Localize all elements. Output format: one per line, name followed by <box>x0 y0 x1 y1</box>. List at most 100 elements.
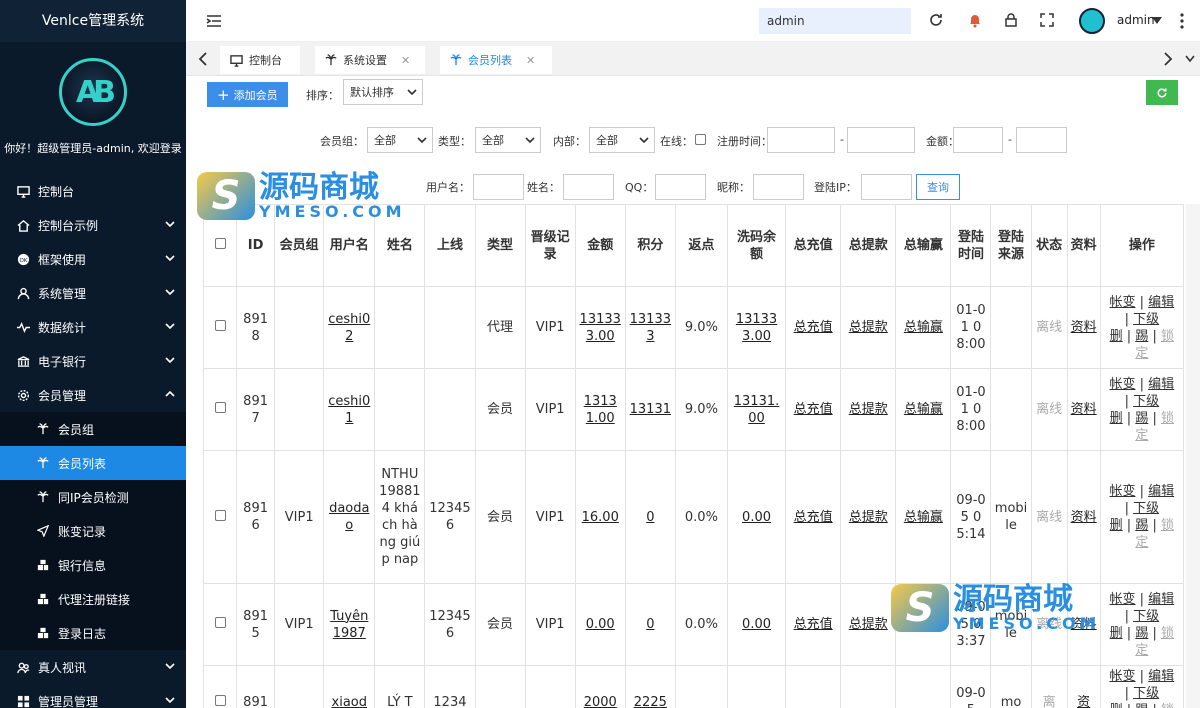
chevron-right-icon[interactable] <box>1163 52 1173 66</box>
name-input[interactable] <box>563 174 614 200</box>
subordinate-link[interactable]: 下级 <box>1133 609 1159 624</box>
cell-info[interactable]: 资 <box>1066 665 1101 708</box>
query-button[interactable]: 查询 <box>916 174 960 200</box>
row-select-cell[interactable] <box>203 450 238 584</box>
kick-link[interactable]: 踢 <box>1135 411 1148 426</box>
cell-wash[interactable]: 13131.00 <box>726 368 787 451</box>
internal-select[interactable]: 全部 <box>589 127 655 153</box>
cell-recharge[interactable]: 总充值 <box>785 450 842 584</box>
account-change-link[interactable]: 帐变 <box>1109 592 1135 607</box>
row-select-cell[interactable] <box>203 583 238 666</box>
account-change-link[interactable]: 帐变 <box>1109 484 1135 499</box>
sidebar-item[interactable]: 真人视讯 <box>0 650 186 684</box>
sidebar-item[interactable]: 登录日志 <box>0 616 186 650</box>
close-icon[interactable]: ✕ <box>401 54 410 67</box>
subordinate-link[interactable]: 下级 <box>1133 394 1159 409</box>
column-header[interactable] <box>203 204 238 287</box>
regtime-start-input[interactable] <box>767 127 835 153</box>
username-input[interactable] <box>473 174 524 200</box>
row-checkbox[interactable] <box>214 509 226 521</box>
cell-points[interactable]: 0 <box>624 450 676 584</box>
cell-info[interactable]: 资料 <box>1066 450 1101 584</box>
cell-wash[interactable]: 0.00 <box>726 583 787 666</box>
menu-toggle-icon[interactable] <box>206 13 222 29</box>
cell-withdraw[interactable]: 总提款 <box>840 368 897 451</box>
cell-wash[interactable]: 0.00 <box>726 450 787 584</box>
sidebar-item[interactable]: 控制台 <box>0 174 186 208</box>
subordinate-link[interactable]: 下级 <box>1133 501 1159 516</box>
delete-link[interactable]: 删 <box>1110 411 1123 426</box>
cell-recharge[interactable] <box>785 665 842 708</box>
sidebar-item[interactable]: 账变记录 <box>0 514 186 548</box>
more-vertical-icon[interactable] <box>1179 12 1185 30</box>
cell-recharge[interactable]: 总充值 <box>785 368 842 451</box>
chevron-left-icon[interactable] <box>198 52 208 66</box>
avatar[interactable] <box>1079 8 1105 34</box>
row-select-cell[interactable] <box>203 286 238 369</box>
vertical-scrollbar[interactable] <box>1186 204 1200 708</box>
sidebar-item[interactable]: 银行信息 <box>0 548 186 582</box>
cell-withdraw[interactable]: 总提款 <box>840 583 897 666</box>
close-icon[interactable]: ✕ <box>526 54 535 67</box>
search-input[interactable] <box>759 8 911 34</box>
sidebar-item[interactable]: 电子银行 <box>0 344 186 378</box>
row-checkbox[interactable] <box>214 402 226 413</box>
cell-points[interactable]: 131333 <box>624 286 676 369</box>
cell-withdraw[interactable]: 总提款 <box>840 286 897 369</box>
kick-link[interactable]: 踢 <box>1135 626 1148 641</box>
cell-winloss[interactable]: 总输赢 <box>895 583 952 666</box>
delete-link[interactable]: 删 <box>1110 626 1123 641</box>
sidebar-item[interactable]: 同IP会员检测 <box>0 480 186 514</box>
sidebar-item[interactable]: 控制台示例 <box>0 208 186 242</box>
cell-winloss[interactable]: 总输赢 <box>895 368 952 451</box>
lock-icon[interactable] <box>1003 12 1019 28</box>
cell-info[interactable]: 资料 <box>1066 286 1101 369</box>
cell-username[interactable]: Tuyên 1987 <box>323 583 376 666</box>
sidebar-item[interactable]: OK 框架使用 <box>0 242 186 276</box>
edit-link[interactable]: 编辑 <box>1148 669 1174 684</box>
sidebar-item[interactable]: 系统管理 <box>0 276 186 310</box>
cell-amount[interactable]: 131333.00 <box>574 286 626 369</box>
cell-winloss[interactable]: 总输赢 <box>895 450 952 584</box>
cell-winloss[interactable] <box>895 665 952 708</box>
delete-link[interactable]: 删 <box>1110 703 1123 708</box>
cell-recharge[interactable]: 总充值 <box>785 286 842 369</box>
subordinate-link[interactable]: 下级 <box>1133 312 1159 327</box>
online-checkbox[interactable] <box>695 134 706 145</box>
reload-button[interactable] <box>1146 80 1178 105</box>
sidebar-item[interactable]: 代理注册链接 <box>0 582 186 616</box>
cell-withdraw[interactable] <box>840 665 897 708</box>
ip-input[interactable] <box>861 174 912 200</box>
account-change-link[interactable]: 帐变 <box>1109 669 1135 684</box>
subordinate-link[interactable]: 下级 <box>1133 686 1159 701</box>
cell-amount[interactable]: 13131.00 <box>574 368 626 451</box>
delete-link[interactable]: 删 <box>1110 518 1123 533</box>
sidebar-item[interactable]: 会员管理 <box>0 378 186 412</box>
edit-link[interactable]: 编辑 <box>1148 377 1174 392</box>
cell-withdraw[interactable]: 总提款 <box>840 450 897 584</box>
fullscreen-icon[interactable] <box>1039 12 1055 28</box>
cell-username[interactable]: daodao <box>323 450 376 584</box>
row-checkbox[interactable] <box>214 320 226 331</box>
sort-select[interactable]: 默认排序 <box>343 79 423 105</box>
group-select[interactable]: 全部 <box>367 127 433 153</box>
edit-link[interactable]: 编辑 <box>1148 484 1174 499</box>
amount-min-input[interactable] <box>953 127 1003 153</box>
cell-winloss[interactable]: 总输赢 <box>895 286 952 369</box>
add-member-button[interactable]: + 添加会员 <box>207 82 288 107</box>
delete-link[interactable]: 删 <box>1110 329 1123 344</box>
cell-amount[interactable]: 0.00 <box>574 583 626 666</box>
edit-link[interactable]: 编辑 <box>1148 592 1174 607</box>
tab[interactable]: 系统设置 ✕ <box>315 46 425 74</box>
sidebar-item[interactable]: 会员组 <box>0 412 186 446</box>
cell-wash[interactable]: 131333.00 <box>726 286 787 369</box>
sidebar-item[interactable]: 管理员管理 <box>0 684 186 708</box>
row-select-cell[interactable] <box>203 665 238 708</box>
chevron-down-icon[interactable] <box>1185 55 1195 63</box>
user-name[interactable]: admin <box>1117 13 1155 27</box>
row-checkbox[interactable] <box>214 617 226 628</box>
bell-icon[interactable] <box>967 12 983 28</box>
kick-link[interactable]: 踢 <box>1135 329 1148 344</box>
amount-max-input[interactable] <box>1016 127 1067 153</box>
cell-username[interactable]: ceshi01 <box>323 368 376 451</box>
